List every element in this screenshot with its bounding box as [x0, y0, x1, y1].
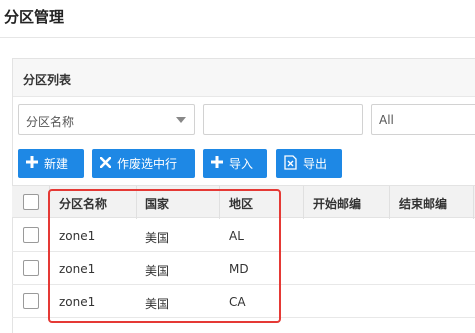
- column-header-start-zip[interactable]: 开始邮编: [313, 195, 361, 212]
- new-button[interactable]: 新建: [18, 149, 84, 178]
- chevron-down-icon: [176, 117, 186, 123]
- search-input[interactable]: [203, 104, 363, 135]
- plus-icon: [26, 156, 38, 171]
- plus-icon: [211, 156, 223, 171]
- region-select[interactable]: All: [371, 104, 475, 135]
- title-divider: [0, 37, 475, 38]
- row-checkbox[interactable]: [23, 293, 39, 309]
- import-button[interactable]: 导入: [203, 149, 267, 178]
- close-icon: [99, 156, 112, 171]
- column-divider: [303, 186, 304, 219]
- import-button-label: 导入: [229, 157, 254, 171]
- highlight-box: [48, 189, 281, 323]
- excel-icon: [284, 154, 297, 173]
- row-checkbox[interactable]: [23, 227, 39, 243]
- export-button[interactable]: 导出: [276, 149, 342, 178]
- panel-header: 分区列表: [13, 59, 475, 97]
- void-selected-button[interactable]: 作废选中行: [92, 149, 195, 178]
- panel-title: 分区列表: [23, 73, 72, 87]
- partition-field-select[interactable]: 分区名称: [18, 104, 195, 135]
- export-button-label: 导出: [303, 157, 328, 171]
- column-header-end-zip[interactable]: 结束邮编: [399, 195, 447, 212]
- column-divider: [473, 186, 474, 219]
- partition-field-select-value: 分区名称: [26, 115, 75, 129]
- row-checkbox[interactable]: [23, 260, 39, 276]
- select-all-checkbox[interactable]: [23, 194, 39, 210]
- page-title: 分区管理: [4, 8, 65, 26]
- new-button-label: 新建: [44, 157, 69, 171]
- region-select-value: All: [379, 113, 394, 127]
- void-selected-button-label: 作废选中行: [117, 157, 178, 171]
- column-divider: [389, 186, 390, 219]
